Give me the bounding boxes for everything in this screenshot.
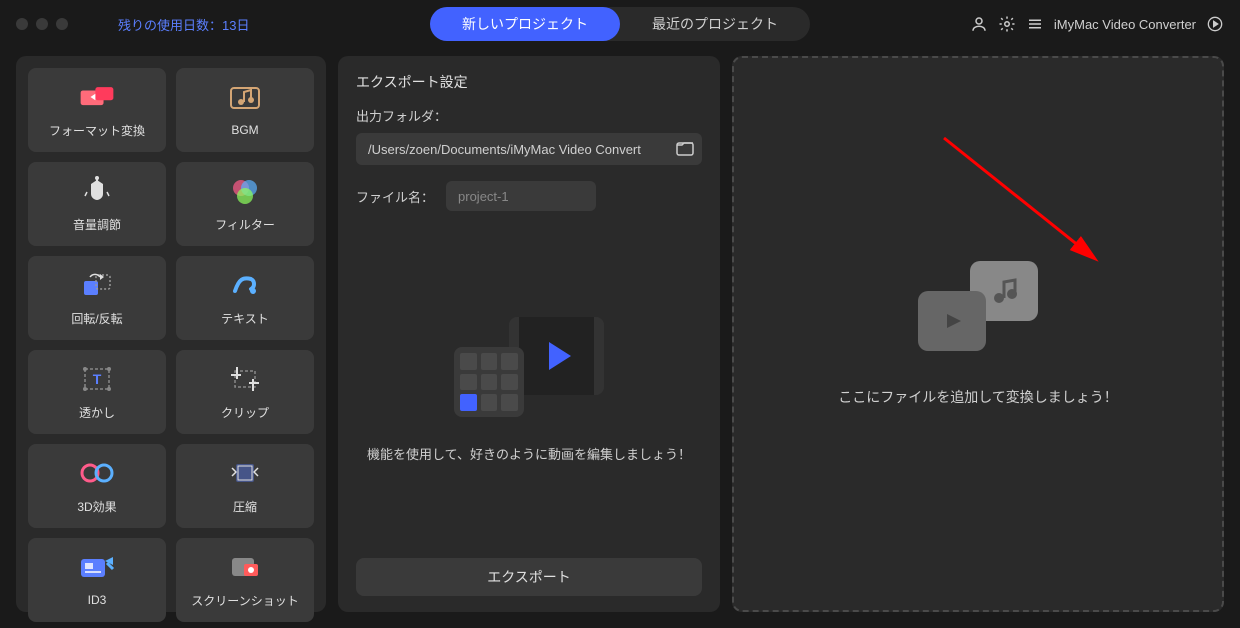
watermark-icon: T bbox=[79, 364, 115, 394]
media-files-icon bbox=[918, 261, 1038, 351]
tool-label: 3D効果 bbox=[77, 498, 116, 515]
tool-label: スクリーンショット bbox=[191, 592, 298, 609]
tool-watermark[interactable]: T 透かし bbox=[28, 350, 166, 434]
tool-clip[interactable]: クリップ bbox=[176, 350, 314, 434]
output-folder-path: /Users/zoen/Documents/iMyMac Video Conve… bbox=[368, 142, 670, 157]
drop-hint-text: ここにファイルを追加して変換しましょう！ bbox=[838, 387, 1118, 407]
tool-label: 圧縮 bbox=[233, 498, 257, 515]
id3-icon bbox=[79, 553, 115, 583]
preview-hint-text: 機能を使用して、好きのように動画を編集しましょう！ bbox=[367, 445, 691, 466]
minimize-window-icon[interactable] bbox=[36, 18, 48, 30]
compress-icon bbox=[227, 458, 263, 488]
svg-text:T: T bbox=[93, 371, 102, 387]
tool-rotate[interactable]: 回転/反転 bbox=[28, 256, 166, 340]
tool-bgm[interactable]: BGM bbox=[176, 68, 314, 152]
preview-area: 機能を使用して、好きのように動画を編集しましょう！ bbox=[356, 241, 702, 542]
output-folder-field[interactable]: /Users/zoen/Documents/iMyMac Video Conve… bbox=[356, 133, 702, 165]
play-circle-icon[interactable] bbox=[1206, 15, 1224, 33]
tool-screenshot[interactable]: スクリーンショット bbox=[176, 538, 314, 622]
drop-zone[interactable]: ここにファイルを追加して変換しましょう！ bbox=[732, 56, 1224, 612]
maximize-window-icon[interactable] bbox=[56, 18, 68, 30]
tool-label: クリップ bbox=[221, 404, 269, 421]
screenshot-icon bbox=[227, 552, 263, 582]
tool-label: フォーマット変換 bbox=[49, 122, 145, 139]
trial-days-text: 残りの使用日数：13日 bbox=[118, 15, 249, 34]
tool-label: 回転/反転 bbox=[71, 310, 122, 327]
tool-volume[interactable]: 音量調節 bbox=[28, 162, 166, 246]
tool-id3[interactable]: ID3 bbox=[28, 538, 166, 622]
project-tabs: 新しいプロジェクト 最近のプロジェクト bbox=[430, 7, 810, 41]
app-name-label: iMyMac Video Converter bbox=[1054, 17, 1196, 32]
export-panel: エクスポート設定 出力フォルダ： /Users/zoen/Documents/i… bbox=[338, 56, 720, 612]
3d-icon bbox=[79, 458, 115, 488]
tool-label: BGM bbox=[231, 123, 258, 137]
output-folder-label: 出力フォルダ： bbox=[356, 106, 702, 125]
text-icon bbox=[227, 270, 263, 300]
rotate-icon bbox=[79, 270, 115, 300]
tool-format-convert[interactable]: フォーマット変換 bbox=[28, 68, 166, 152]
settings-icon[interactable] bbox=[998, 15, 1016, 33]
tool-label: テキスト bbox=[221, 310, 269, 327]
tool-label: 音量調節 bbox=[73, 216, 121, 233]
tab-recent-projects[interactable]: 最近のプロジェクト bbox=[620, 7, 810, 41]
tool-3d[interactable]: 3D効果 bbox=[28, 444, 166, 528]
titlebar: 残りの使用日数：13日 新しいプロジェクト 最近のプロジェクト iMyMac V… bbox=[0, 0, 1240, 48]
clip-icon bbox=[227, 364, 263, 394]
filter-icon bbox=[227, 176, 263, 206]
volume-icon bbox=[79, 176, 115, 206]
browse-folder-icon[interactable] bbox=[676, 140, 694, 159]
tool-label: 透かし bbox=[79, 404, 115, 421]
close-window-icon[interactable] bbox=[16, 18, 28, 30]
filename-label: ファイル名： bbox=[356, 187, 434, 206]
account-icon[interactable] bbox=[970, 15, 988, 33]
tool-text[interactable]: テキスト bbox=[176, 256, 314, 340]
tab-new-project[interactable]: 新しいプロジェクト bbox=[430, 7, 620, 41]
tools-sidebar: フォーマット変換 BGM 音量調節 フィルター 回転/反転 bbox=[16, 56, 326, 612]
format-convert-icon bbox=[79, 82, 115, 112]
menu-icon[interactable] bbox=[1026, 15, 1044, 33]
tool-label: フィルター bbox=[215, 216, 275, 233]
window-controls bbox=[16, 18, 68, 30]
tool-compress[interactable]: 圧縮 bbox=[176, 444, 314, 528]
export-title: エクスポート設定 bbox=[356, 72, 702, 92]
tool-label: ID3 bbox=[88, 593, 107, 607]
filename-input[interactable] bbox=[446, 181, 596, 211]
bgm-icon bbox=[227, 83, 263, 113]
export-button[interactable]: エクスポート bbox=[356, 558, 702, 596]
preview-graphic-icon bbox=[454, 317, 604, 417]
tool-filter[interactable]: フィルター bbox=[176, 162, 314, 246]
